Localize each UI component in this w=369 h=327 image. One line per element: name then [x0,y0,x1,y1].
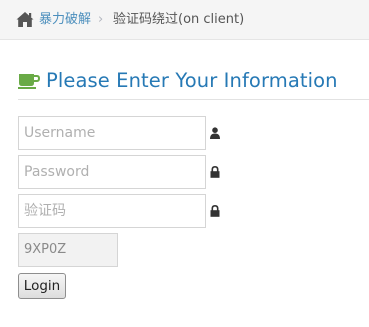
login-button[interactable]: Login [18,273,66,299]
breadcrumb: 暴力破解 › 验证码绕过(on client) [0,0,369,40]
password-input[interactable] [18,155,206,189]
lock-icon [210,166,220,178]
breadcrumb-current: 验证码绕过(on client) [113,12,245,27]
divider [18,99,369,100]
username-input[interactable] [18,116,206,150]
home-icon[interactable] [16,11,34,28]
page-title: Please Enter Your Information [46,69,338,92]
user-icon [210,127,220,139]
coffee-cup-icon [18,74,40,89]
breadcrumb-separator-icon: › [98,12,104,27]
lock-icon [210,205,220,217]
captcha-code: 9XP0Z [18,233,118,267]
breadcrumb-link[interactable]: 暴力破解 [39,12,91,28]
captcha-input[interactable] [18,194,206,228]
